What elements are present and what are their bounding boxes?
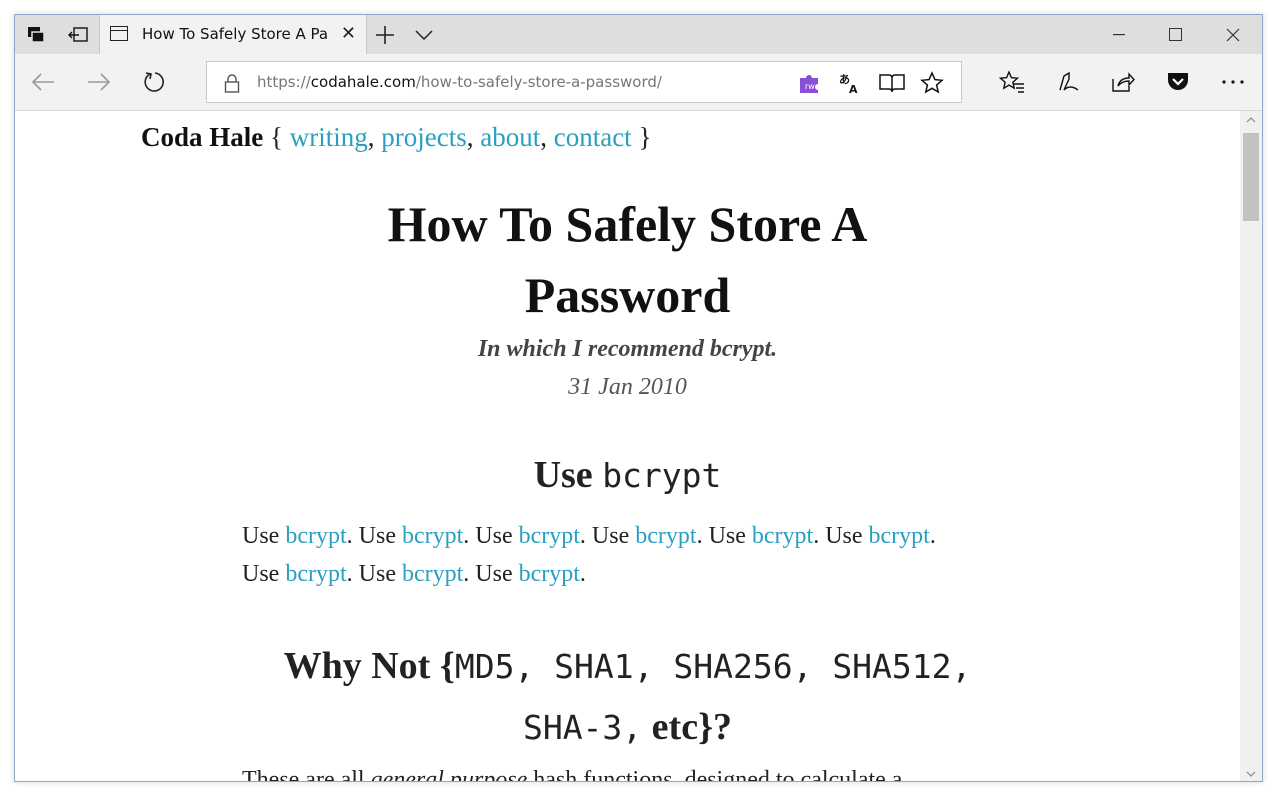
extension-puzzle-icon[interactable]: rw (797, 71, 823, 95)
translate-icon[interactable]: あA (837, 71, 863, 95)
url-host: codahale.com (310, 73, 416, 91)
reading-view-icon[interactable] (879, 71, 905, 95)
page-favicon-icon (110, 26, 128, 41)
section-heading-why-not-line-1: Why Not {MD5, SHA1, SHA256, SHA512, (15, 644, 1240, 688)
tab-bar: How To Safely Store A Password ✕ (15, 15, 1262, 55)
tab-close-icon[interactable]: ✕ (341, 23, 356, 45)
paragraph-period: . (929, 523, 936, 549)
paragraph-word: Use (469, 561, 519, 587)
address-bar[interactable]: https://codahale.com/how-to-safely-store… (206, 61, 962, 103)
why-not-text: Why Not (283, 645, 440, 687)
more-options-icon[interactable] (1211, 62, 1255, 102)
paragraph-word: Use (352, 523, 402, 549)
paragraph-word: Use (585, 523, 636, 549)
back-button[interactable] (22, 62, 64, 102)
vertical-scrollbar[interactable] (1240, 111, 1262, 781)
article-title-line-1: How To Safely Store A (387, 196, 868, 252)
favorites-hub-icon[interactable] (990, 62, 1034, 102)
why-not-brace: { (439, 645, 455, 687)
header-open-brace: { (270, 122, 283, 152)
bcrypt-link[interactable]: bcrypt (402, 523, 463, 549)
paragraph-period: . (579, 561, 586, 587)
paragraph-word: Use (819, 523, 869, 549)
bcrypt-link[interactable]: bcrypt (635, 523, 696, 549)
pocket-icon[interactable] (1156, 62, 1200, 102)
site-header: Coda Hale { writing, projects, about, co… (141, 122, 652, 152)
page-content: Coda Hale { writing, projects, about, co… (15, 111, 1240, 782)
section-heading-why-not-line-2: SHA-3, etc}? (15, 705, 1240, 749)
close-window-button[interactable] (1204, 15, 1262, 54)
paragraph-word: Use (242, 561, 286, 587)
show-tabs-aside-icon[interactable] (57, 15, 99, 54)
why-not-etc: etc (642, 706, 699, 748)
navigation-bar: https://codahale.com/how-to-safely-store… (15, 54, 1262, 111)
nav-link-projects[interactable]: projects (381, 122, 466, 152)
svg-text:A: A (849, 83, 858, 94)
scroll-down-arrow-icon[interactable] (1240, 765, 1262, 781)
emphasis-general-purpose: general purpose (370, 767, 528, 782)
web-note-pen-icon[interactable] (1046, 62, 1090, 102)
tab-title: How To Safely Store A Password (142, 25, 328, 43)
bcrypt-link[interactable]: bcrypt (285, 523, 346, 549)
article-title-line-2: Password (524, 267, 731, 323)
nav-link-writing[interactable]: writing (290, 122, 368, 152)
favorite-star-icon[interactable] (919, 71, 945, 95)
bcrypt-link[interactable]: bcrypt (402, 561, 463, 587)
nav-link-contact[interactable]: contact (554, 122, 632, 152)
why-not-code-line-2: SHA-3, (522, 708, 643, 747)
scroll-up-arrow-icon[interactable] (1240, 111, 1262, 129)
paragraph-use-bcrypt-line-1: Use bcrypt. Use bcrypt. Use bcrypt. Use … (242, 523, 936, 550)
why-not-end: }? (698, 706, 733, 748)
bcrypt-link[interactable]: bcrypt (519, 523, 580, 549)
refresh-button[interactable] (134, 62, 176, 102)
paragraph-word: Use (242, 523, 286, 549)
lock-icon (224, 73, 240, 97)
bcrypt-link[interactable]: bcrypt (285, 561, 346, 587)
url-text: https://codahale.com/how-to-safely-store… (257, 73, 662, 91)
tab-preview-chevron-icon[interactable] (405, 15, 443, 54)
url-path: /how-to-safely-store-a-password/ (415, 73, 662, 91)
paragraph-hash-functions: These are all general purpose hash funct… (242, 767, 902, 782)
set-aside-tabs-icon[interactable] (15, 15, 57, 54)
bcrypt-link[interactable]: bcrypt (752, 523, 813, 549)
share-icon[interactable] (1101, 62, 1145, 102)
paragraph-word: Use (352, 561, 402, 587)
nav-link-about[interactable]: about (480, 122, 540, 152)
article-subtitle: In which I recommend bcrypt. (477, 336, 778, 362)
header-close-brace: } (638, 122, 652, 152)
article-date: 31 Jan 2010 (568, 374, 687, 400)
url-scheme: https:// (257, 73, 311, 91)
tab-active[interactable]: How To Safely Store A Password ✕ (99, 15, 367, 55)
paragraph-word: Use (702, 523, 752, 549)
bcrypt-link[interactable]: bcrypt (519, 561, 580, 587)
section-heading-use-bcrypt: Use bcrypt (15, 453, 1240, 497)
addon-label: rw (805, 82, 815, 91)
paragraph-use-bcrypt-line-2: Use bcrypt. Use bcrypt. Use bcrypt. (242, 561, 586, 588)
maximize-button[interactable] (1146, 15, 1204, 54)
section-heading-code: bcrypt (602, 456, 722, 495)
scrollbar-thumb[interactable] (1243, 133, 1259, 221)
site-brand[interactable]: Coda Hale (141, 122, 263, 152)
section-heading-text: Use (533, 454, 593, 496)
paragraph-word: Use (469, 523, 519, 549)
forward-button[interactable] (78, 62, 120, 102)
minimize-button[interactable] (1090, 15, 1148, 54)
browser-window: How To Safely Store A Password ✕ (14, 14, 1263, 782)
bcrypt-link[interactable]: bcrypt (869, 523, 930, 549)
new-tab-button[interactable] (365, 15, 405, 54)
why-not-code-line-1: MD5, SHA1, SHA256, SHA512, (454, 647, 972, 686)
